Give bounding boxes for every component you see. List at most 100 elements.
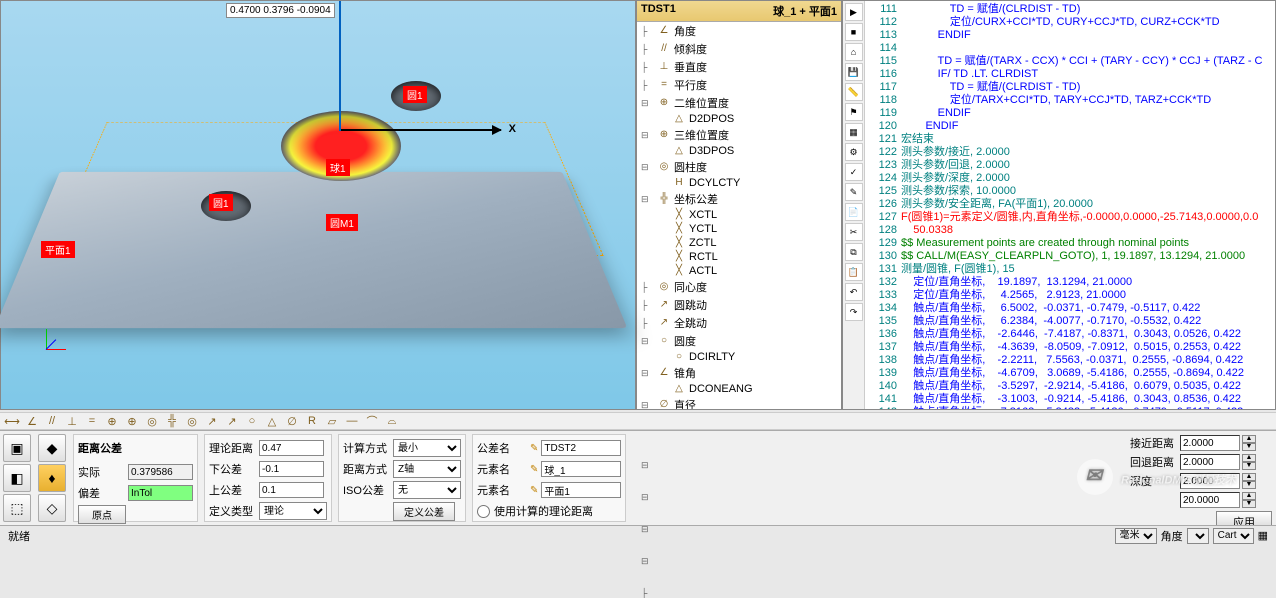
tree-item[interactable]: ├↗圆跳动 [637, 296, 841, 314]
tool-edit-icon[interactable]: ✎ [845, 183, 863, 201]
pos3d-icon[interactable]: ⊕ [124, 414, 140, 428]
tree-item[interactable]: ├↗全跳动 [637, 314, 841, 332]
feature-label-circlem[interactable]: 圆M1 [326, 214, 358, 231]
tool-save-icon[interactable]: 💾 [845, 63, 863, 81]
iso-select[interactable]: 无 [393, 481, 461, 499]
tree-item[interactable]: ├=平行度 [637, 76, 841, 94]
use-calc-radio[interactable] [477, 505, 490, 518]
line-icon[interactable]: — [344, 414, 360, 428]
feature-label-circle1[interactable]: 圆1 [403, 86, 427, 103]
mode-4-icon[interactable]: ◆ [38, 434, 66, 462]
tree-item[interactable]: ⊟○圆度 [637, 332, 841, 350]
tool-ruler-icon[interactable]: 📏 [845, 83, 863, 101]
mode-5-icon[interactable]: ♦ [38, 464, 66, 492]
distance-icon[interactable]: ⟷ [4, 414, 20, 428]
round-icon[interactable]: ○ [244, 414, 260, 428]
coord-icon[interactable]: ╬ [164, 414, 180, 428]
tree-item[interactable]: ⊟⊕二维位置度 [637, 94, 841, 112]
rad-icon[interactable]: R [304, 414, 320, 428]
tool-stop-icon[interactable]: ■ [845, 23, 863, 41]
up-icon[interactable]: ▲ [1242, 435, 1256, 443]
tree-item[interactable]: ⊟╬坐标公差 [637, 190, 841, 208]
down-icon[interactable]: ▼ [1242, 500, 1256, 508]
profile-icon[interactable]: ⌒ [364, 414, 380, 428]
output-icon[interactable]: ▦ [1258, 529, 1268, 542]
depth-input[interactable] [1180, 473, 1240, 489]
code-editor[interactable]: 111 TD = 赋值/(CLRDIST - TD)112 定位/CURX+CC… [865, 1, 1275, 409]
surf-icon[interactable]: ⌓ [384, 414, 400, 428]
tree-item[interactable]: ╳ACTL [637, 264, 841, 278]
upper-input[interactable] [259, 482, 324, 498]
tool-gear-icon[interactable]: ⚙ [845, 143, 863, 161]
tree-item[interactable]: ╳ZCTL [637, 236, 841, 250]
feature-label-circle2[interactable]: 圆1 [209, 194, 233, 211]
tolname-input[interactable] [541, 440, 621, 456]
tree-item[interactable]: △D2DPOS [637, 112, 841, 126]
tolerance-tree[interactable]: TDST1 球_1 + 平面1 ├∠角度├//倾斜度├⊥垂直度├=平行度⊟⊕二维… [636, 0, 842, 410]
nominal-input[interactable] [259, 440, 324, 456]
angle-icon[interactable]: ∠ [24, 414, 40, 428]
totalrun-icon[interactable]: ↗ [224, 414, 240, 428]
tool-cut-icon[interactable]: ✂ [845, 223, 863, 241]
mode-2-icon[interactable]: ◧ [3, 464, 31, 492]
coord-select[interactable]: Cart [1213, 528, 1254, 544]
up-icon[interactable]: ▲ [1242, 473, 1256, 481]
origin-button[interactable]: 原点 [78, 505, 126, 524]
define-tol-button[interactable]: 定义公差 [393, 502, 455, 521]
tree-item[interactable]: ╳RCTL [637, 250, 841, 264]
dia-icon[interactable]: ∅ [284, 414, 300, 428]
tree-item[interactable]: ├∠角度 [637, 22, 841, 40]
tool-doc-icon[interactable]: 📄 [845, 203, 863, 221]
tree-item[interactable]: ⊟∅直径 [637, 396, 841, 410]
perp-icon[interactable]: ⊥ [64, 414, 80, 428]
feature-label-plane[interactable]: 平面1 [41, 241, 75, 258]
tree-item[interactable]: ⊟∠锥角 [637, 364, 841, 382]
cyl-icon[interactable]: ◎ [144, 414, 160, 428]
angle-select[interactable] [1187, 528, 1209, 544]
tool-flag-icon[interactable]: ⚑ [845, 103, 863, 121]
cone-icon[interactable]: △ [264, 414, 280, 428]
down-icon[interactable]: ▼ [1242, 443, 1256, 451]
tool-sheet-icon[interactable]: ▦ [845, 123, 863, 141]
tool-undo-icon[interactable]: ↶ [845, 283, 863, 301]
tool-copy-icon[interactable]: ⧉ [845, 243, 863, 261]
parallel-icon[interactable]: // [44, 414, 60, 428]
approach-input[interactable] [1180, 435, 1240, 451]
tree-item[interactable]: ╳YCTL [637, 222, 841, 236]
feature-label-sphere[interactable]: 球1 [326, 159, 350, 176]
down-icon[interactable]: ▼ [1242, 481, 1256, 489]
tool-check-icon[interactable]: ✓ [845, 163, 863, 181]
tool-home-icon[interactable]: ⌂ [845, 43, 863, 61]
mode-6-icon[interactable]: ◇ [38, 494, 66, 522]
tool-redo-icon[interactable]: ↷ [845, 303, 863, 321]
tree-item[interactable]: ○DCIRLTY [637, 350, 841, 364]
lower-input[interactable] [259, 461, 324, 477]
plane-icon[interactable]: ▱ [324, 414, 340, 428]
tree-item[interactable]: ⊟⊕三维位置度 [637, 126, 841, 144]
up-icon[interactable]: ▲ [1242, 454, 1256, 462]
tree-item[interactable]: ╳XCTL [637, 208, 841, 222]
pos2d-icon[interactable]: ⊕ [104, 414, 120, 428]
deftype-select[interactable]: 理论 [259, 502, 327, 520]
3d-viewport[interactable]: 0.4700 0.3796 -0.0904 球1 圆1 圆1 平面1 圆M1 [0, 0, 636, 410]
tool-paste-icon[interactable]: 📋 [845, 263, 863, 281]
down-icon[interactable]: ▼ [1242, 462, 1256, 470]
mode-1-icon[interactable]: ▣ [3, 434, 31, 462]
clear-input[interactable] [1180, 492, 1240, 508]
tree-item[interactable]: ├◎同心度 [637, 278, 841, 296]
tree-item[interactable]: ⊟◎圆柱度 [637, 158, 841, 176]
unit-select[interactable]: 毫米 [1115, 528, 1157, 544]
tree-item[interactable]: △D3DPOS [637, 144, 841, 158]
flat-icon[interactable]: = [84, 414, 100, 428]
dist-select[interactable]: Z轴 [393, 460, 461, 478]
conc-icon[interactable]: ◎ [184, 414, 200, 428]
mode-3-icon[interactable]: ⬚ [3, 494, 31, 522]
tree-item[interactable]: ├//倾斜度 [637, 40, 841, 58]
calc-select[interactable]: 最小 [393, 439, 461, 457]
up-icon[interactable]: ▲ [1242, 492, 1256, 500]
tree-item[interactable]: ├⊥垂直度 [637, 58, 841, 76]
elem2-input[interactable] [541, 482, 621, 498]
retract-input[interactable] [1180, 454, 1240, 470]
tree-item[interactable]: △DCONEANG [637, 382, 841, 396]
tool-run-icon[interactable]: ▶ [845, 3, 863, 21]
